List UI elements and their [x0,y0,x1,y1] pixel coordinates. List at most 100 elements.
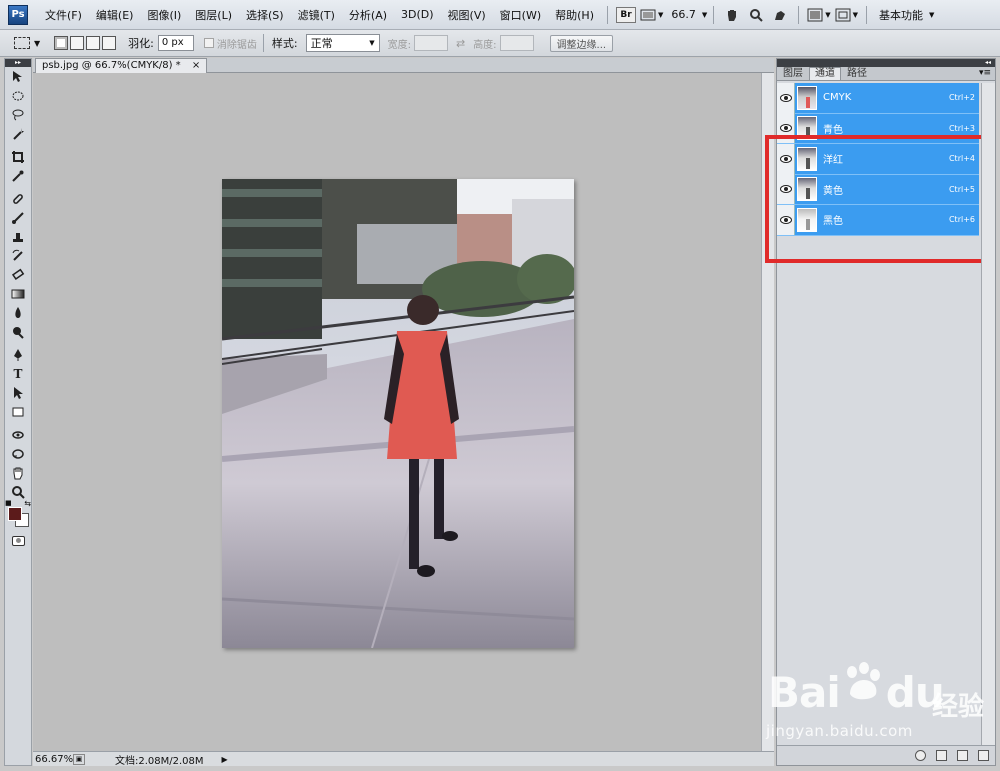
gradient-icon[interactable] [5,284,31,303]
eye-icon[interactable] [777,143,795,174]
menu-image[interactable]: 图像(I) [140,7,188,23]
channel-row-cmyk[interactable]: CMYK Ctrl+2 [777,82,979,114]
separator [713,5,715,24]
crop-icon[interactable] [5,147,31,166]
channel-row-yellow[interactable]: 黄色 Ctrl+5 [777,174,979,205]
clone-stamp-icon[interactable] [5,227,31,246]
watermark-brand: Bai du [768,668,945,717]
eye-icon[interactable] [777,82,795,113]
channel-name: CMYK [823,92,852,104]
photoshop-logo[interactable]: Ps [8,4,28,25]
eye-icon[interactable] [777,174,795,205]
separator [262,34,264,52]
export-icon[interactable]: ▣ [73,753,85,765]
rotate-view-button[interactable] [770,5,790,25]
channel-thumbnail [797,207,817,232]
rect-marquee-preset-icon[interactable] [14,37,30,49]
separator [866,5,868,24]
height-input[interactable] [499,35,534,51]
channel-list: CMYK Ctrl+2 青色 Ctrl+3 洋红 Ctrl+4 黄色 Ctrl+… [765,82,987,263]
quick-mask-button[interactable] [5,533,31,549]
history-brush-icon[interactable] [5,246,31,265]
panel-scrollbar[interactable] [981,83,995,745]
menu-view[interactable]: 视图(V) [441,7,493,23]
panel-collapse-handle[interactable]: ▸▸ [5,59,31,67]
magic-wand-icon[interactable] [5,124,31,143]
status-menu-arrow-icon[interactable]: ▶ [222,755,228,764]
antialias-checkbox[interactable]: 消除锯齿 [203,36,257,51]
3d-rotate-icon[interactable] [5,425,31,444]
add-selection-button[interactable] [70,36,85,50]
swap-colors-icon[interactable]: ⇆ [24,499,31,508]
style-select[interactable]: 正常 ▼ [305,34,380,52]
zoom-tool-button[interactable] [746,5,766,25]
separator [798,5,800,24]
subtract-selection-button[interactable] [86,36,101,50]
elliptical-marquee-icon[interactable] [5,86,31,105]
chevron-down-icon[interactable]: ▼ [34,39,40,48]
document-tab-bar: psb.jpg @ 66.7%(CMYK/8) * × [33,58,774,73]
dodge-icon[interactable] [5,322,31,341]
channel-shortcut: Ctrl+4 [948,154,975,164]
eye-icon[interactable] [777,204,795,235]
default-colors-icon[interactable]: ■ [5,499,12,507]
menu-help[interactable]: 帮助(H) [548,7,601,23]
menu-analysis[interactable]: 分析(A) [342,7,394,23]
menu-layer[interactable]: 图层(L) [188,7,239,23]
eye-icon[interactable] [777,113,795,144]
document-tab[interactable]: psb.jpg @ 66.7%(CMYK/8) * × [35,58,208,73]
move-tool-icon[interactable] [5,67,31,86]
channel-row-black[interactable]: 黑色 Ctrl+6 [777,204,979,236]
arrange-documents-button[interactable]: ▼ [807,5,831,25]
status-zoom[interactable]: 66.67% [33,754,73,765]
hand-tool-button[interactable] [722,5,742,25]
menu-window[interactable]: 窗口(W) [493,7,548,23]
menu-3d[interactable]: 3D(D) [394,8,441,21]
options-bar: ▼ 羽化: 0 px 消除锯齿 样式: 正常 ▼ 宽度: ⇄ 高度: 调整边缘.… [0,30,1000,57]
vertical-scrollbar[interactable] [761,73,774,751]
brush-icon[interactable] [5,208,31,227]
tab-layers[interactable]: 图层 [777,67,809,80]
arrange-icon [807,8,823,21]
width-input[interactable] [413,35,448,51]
channel-row-magenta[interactable]: 洋红 Ctrl+4 [777,143,979,175]
blur-icon[interactable] [5,303,31,322]
panel-menu-icon[interactable]: ▾≡ [979,68,991,78]
swap-dimensions-icon[interactable]: ⇄ [456,37,465,50]
channel-thumbnail [797,85,817,110]
channel-name: 青色 [823,124,843,136]
foreground-color[interactable] [8,507,22,521]
screen-mode-button[interactable]: ▼ [835,5,858,25]
type-tool-icon[interactable]: T [5,364,31,383]
tab-paths[interactable]: 路径 [841,67,873,80]
close-icon[interactable]: × [192,60,200,71]
new-selection-button[interactable] [54,36,69,50]
eyedropper-icon[interactable] [5,166,31,185]
menu-select[interactable]: 选择(S) [239,7,291,23]
pen-icon[interactable] [5,345,31,364]
feather-input[interactable]: 0 px [157,35,194,51]
eraser-icon[interactable] [5,265,31,284]
document-photo[interactable] [222,179,574,648]
separator [606,5,608,24]
canvas-area[interactable] [33,73,761,751]
path-selection-icon[interactable] [5,383,31,402]
menu-edit[interactable]: 编辑(E) [89,7,141,23]
3d-orbit-icon[interactable] [5,444,31,463]
hand-icon[interactable] [5,463,31,482]
workspace-switcher[interactable]: 基本功能 ▼ [875,5,938,25]
refine-edge-button[interactable]: 调整边缘... [549,34,614,52]
menu-filter[interactable]: 滤镜(T) [291,7,342,23]
rectangle-shape-icon[interactable] [5,402,31,421]
lasso-icon[interactable] [5,105,31,124]
tab-channels[interactable]: 通道 [809,67,841,80]
zoom-level-select[interactable]: 66.7 [667,5,700,25]
bridge-button[interactable]: Br [615,6,636,23]
selection-mode-group [54,36,117,50]
channel-row-cyan[interactable]: 青色 Ctrl+3 [777,113,979,144]
view-extras-button[interactable]: ▼ [640,5,663,25]
healing-brush-icon[interactable] [5,189,31,208]
intersect-selection-button[interactable] [102,36,117,50]
menu-file[interactable]: 文件(F) [38,7,89,23]
panel-collapse-handle[interactable]: ◂◂ [777,59,995,67]
